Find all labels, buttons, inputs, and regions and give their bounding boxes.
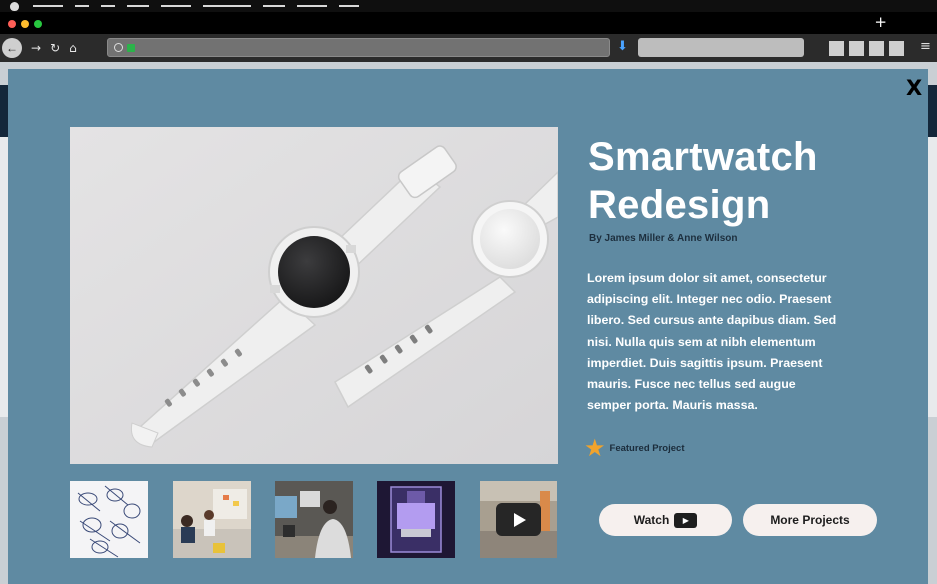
extension-icon[interactable]: [889, 41, 904, 56]
thumbnail-sketches[interactable]: [70, 481, 148, 558]
featured-label: Featured Project: [609, 442, 685, 454]
menu-item[interactable]: [203, 5, 251, 7]
video-thumbnail-image: [480, 481, 557, 558]
watch-button[interactable]: Watch ▶: [599, 504, 732, 536]
secure-lock-icon: [127, 44, 135, 52]
reload-icon[interactable]: ↻: [50, 41, 60, 55]
menu-item[interactable]: [161, 5, 191, 7]
thumbnail-designers-at-desk[interactable]: [275, 481, 353, 558]
extension-icon[interactable]: [829, 41, 844, 56]
star-icon: ★: [584, 434, 606, 462]
new-tab-button[interactable]: +: [874, 14, 887, 30]
menu-item[interactable]: [75, 5, 89, 7]
meeting-thumbnail-image: [173, 481, 251, 558]
menu-item[interactable]: [297, 5, 327, 7]
download-icon[interactable]: ⬇: [617, 39, 628, 54]
info-icon[interactable]: [114, 43, 123, 52]
zoom-window-button[interactable]: [34, 20, 42, 28]
close-window-button[interactable]: [8, 20, 16, 28]
sketch-thumbnail-image: [77, 485, 141, 558]
menu-item[interactable]: [339, 5, 359, 7]
thumbnail-team-meeting[interactable]: [173, 481, 251, 558]
project-byline: By James Miller & Anne Wilson: [589, 233, 738, 244]
thumbnail-lab-machine[interactable]: [377, 481, 455, 558]
address-bar[interactable]: [107, 38, 610, 57]
menu-item[interactable]: [33, 5, 63, 7]
menu-item[interactable]: [101, 5, 115, 7]
tab-strip: +: [0, 12, 937, 34]
menu-item[interactable]: [263, 5, 285, 7]
more-projects-button[interactable]: More Projects: [743, 504, 877, 536]
close-button[interactable]: X: [906, 77, 922, 99]
browser-toolbar: ← → ↻ ⌂ ⬇ ≡: [0, 34, 937, 62]
youtube-play-icon: ▶: [674, 512, 698, 528]
hero-image: [70, 127, 558, 464]
menu-item[interactable]: [127, 5, 149, 7]
office-thumbnail-image: [275, 481, 353, 558]
thumbnail-video[interactable]: [480, 481, 557, 558]
back-arrow-icon: ←: [6, 41, 18, 55]
home-icon[interactable]: ⌂: [69, 41, 77, 55]
extension-icon[interactable]: [869, 41, 884, 56]
extension-icon[interactable]: [849, 41, 864, 56]
smartwatch-illustration: [70, 127, 558, 464]
minimize-window-button[interactable]: [21, 20, 29, 28]
project-description: Lorem ipsum dolor sit amet, consectetur …: [587, 271, 837, 413]
os-menu-bar: [0, 0, 937, 12]
featured-badge: ★ Featured Project: [584, 436, 684, 460]
watch-label: Watch: [633, 513, 670, 527]
project-title: Smartwatch Redesign: [588, 135, 818, 227]
back-button[interactable]: ←: [2, 38, 22, 58]
apple-icon[interactable]: [10, 1, 19, 11]
forward-arrow-icon[interactable]: →: [31, 41, 41, 55]
lab-thumbnail-image: [377, 481, 455, 558]
search-bar[interactable]: [638, 38, 804, 57]
menu-icon[interactable]: ≡: [920, 39, 931, 54]
more-projects-label: More Projects: [770, 513, 850, 527]
